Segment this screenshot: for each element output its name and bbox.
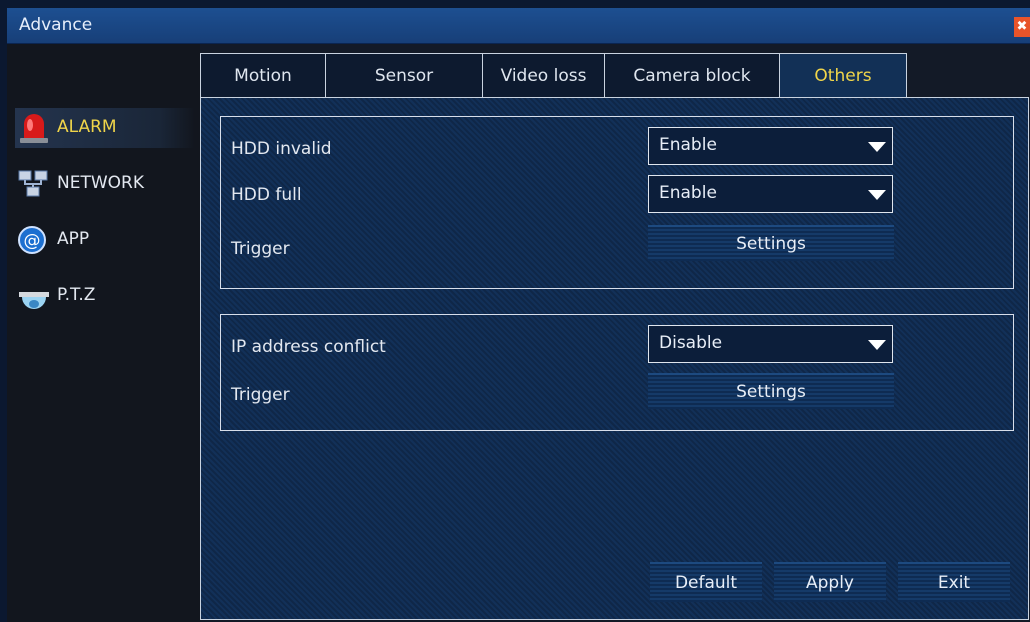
default-button[interactable]: Default: [650, 562, 762, 602]
sidebar-item-label: NETWORK: [57, 173, 144, 193]
dropdown-arrow-icon: [868, 142, 886, 152]
apply-button[interactable]: Apply: [774, 562, 886, 602]
sidebar-item-label: APP: [57, 229, 90, 249]
trigger-label: Trigger: [231, 239, 290, 259]
network-icon: [18, 170, 48, 197]
ip-conflict-select[interactable]: Disable: [648, 325, 893, 363]
dropdown-arrow-icon: [868, 190, 886, 200]
trigger-settings-button[interactable]: Settings: [648, 373, 894, 409]
sidebar-item-alarm[interactable]: ALARM: [15, 108, 195, 148]
trigger-settings-button[interactable]: Settings: [648, 225, 894, 261]
ip-conflict-group: IP address conflict Disable Trigger Sett…: [220, 314, 1014, 431]
sidebar-item-label: ALARM: [57, 117, 117, 137]
content-area: Motion Sensor Video loss Camera block Ot…: [200, 53, 1030, 622]
tab-motion[interactable]: Motion: [200, 53, 326, 97]
ip-conflict-label: IP address conflict: [231, 337, 386, 357]
trigger-label: Trigger: [231, 385, 290, 405]
select-value: Disable: [659, 333, 723, 353]
hdd-invalid-label: HDD invalid: [231, 139, 332, 159]
hdd-full-select[interactable]: Enable: [648, 175, 893, 213]
sidebar-item-ptz[interactable]: P.T.Z: [15, 276, 195, 316]
sidebar-item-label: P.T.Z: [57, 285, 96, 305]
dome-camera-icon: [19, 292, 49, 309]
sidebar: ALARM NETWORK @ APP P.T.Z: [7, 44, 200, 622]
select-value: Enable: [659, 135, 717, 155]
hdd-settings-group: HDD invalid Enable HDD full Enable Trigg…: [220, 116, 1014, 289]
advance-window: Advance ✖ ALARM NETWORK @ APP P.T.Z Moti…: [7, 8, 1030, 622]
tab-video-loss[interactable]: Video loss: [482, 53, 605, 97]
select-value: Enable: [659, 183, 717, 203]
tab-bar: Motion Sensor Video loss Camera block Ot…: [200, 53, 910, 97]
tab-camera-block[interactable]: Camera block: [604, 53, 780, 97]
hdd-invalid-select[interactable]: Enable: [648, 127, 893, 165]
at-sign-icon: @: [18, 226, 46, 254]
dropdown-arrow-icon: [868, 340, 886, 350]
others-panel: HDD invalid Enable HDD full Enable Trigg…: [200, 97, 1029, 620]
svg-text:@: @: [24, 231, 41, 251]
close-button[interactable]: ✖: [1014, 17, 1030, 37]
tab-sensor[interactable]: Sensor: [325, 53, 483, 97]
window-title: Advance: [19, 15, 93, 35]
tab-others[interactable]: Others: [779, 53, 907, 97]
alarm-siren-icon: [20, 114, 48, 143]
close-icon: ✖: [1016, 19, 1028, 34]
hdd-full-label: HDD full: [231, 185, 302, 205]
sidebar-item-network[interactable]: NETWORK: [15, 164, 195, 204]
title-bar: Advance ✖: [7, 8, 1030, 44]
exit-button[interactable]: Exit: [898, 562, 1010, 602]
sidebar-item-app[interactable]: @ APP: [15, 220, 195, 260]
